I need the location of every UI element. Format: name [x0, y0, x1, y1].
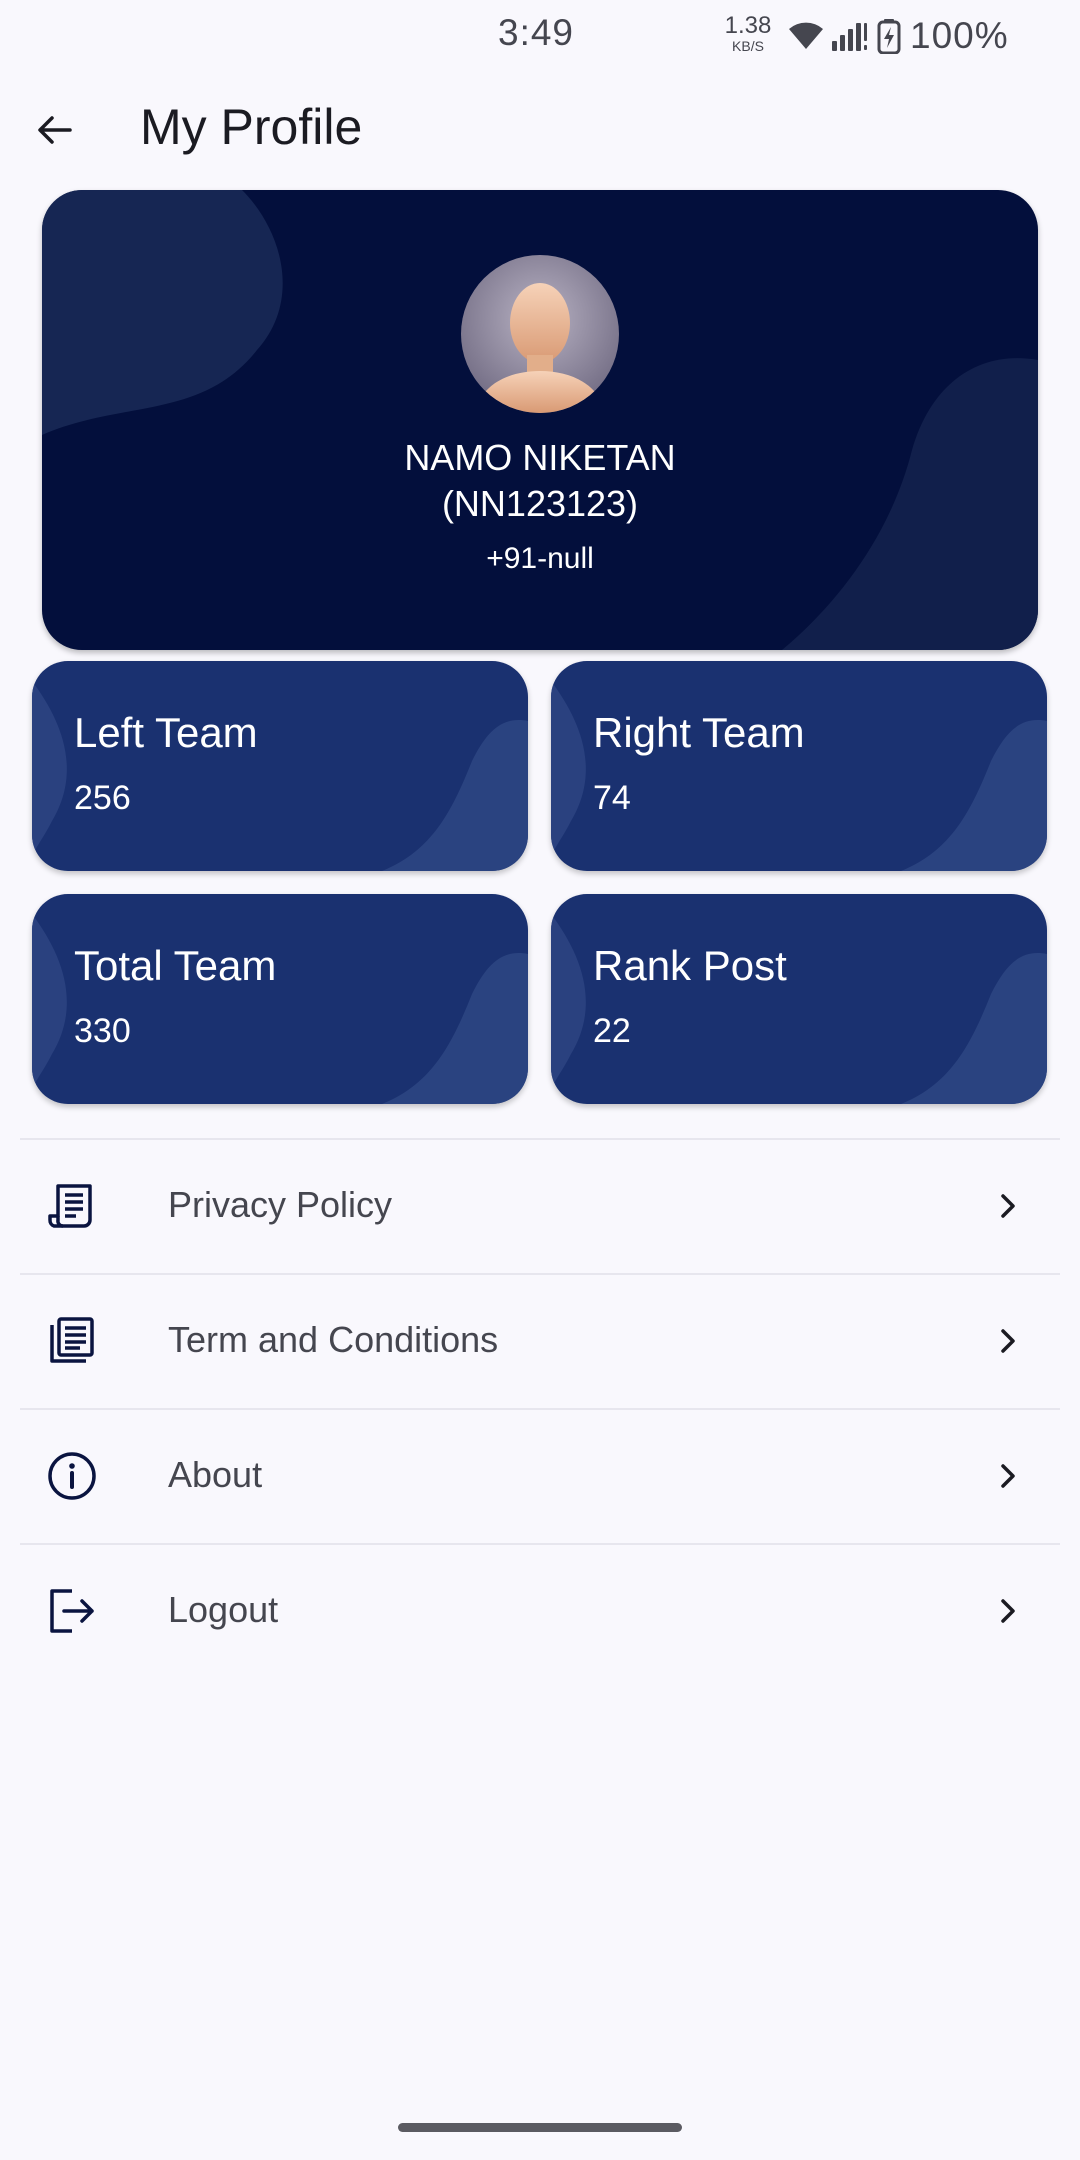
status-icons: 100%: [786, 15, 1009, 56]
network-speed: 1.38 KB/S: [722, 12, 774, 54]
status-bar: 3:49 1.38 KB/S 100%: [0, 0, 1080, 72]
stat-label: Right Team: [593, 709, 805, 756]
stat-card-right-team[interactable]: Right Team 74: [551, 661, 1047, 871]
menu-item-terms-and-conditions[interactable]: Term and Conditions: [20, 1275, 1060, 1407]
stat-value: 330: [74, 1012, 131, 1050]
menu-item-label: Privacy Policy: [168, 1184, 393, 1225]
policy-document-icon: [48, 1184, 92, 1228]
stat-card-decoration: [32, 914, 528, 1104]
chevron-right-icon: [1001, 1194, 1015, 1218]
profile-phone: +91-null: [486, 542, 594, 575]
stat-value: 74: [593, 779, 631, 817]
profile-id: (NN123123): [441, 483, 639, 524]
chevron-right-icon: [1001, 1329, 1015, 1353]
profile-screen: 3:49 1.38 KB/S 100% My Profile NAMO NIKE…: [0, 0, 1080, 2160]
info-icon: [48, 1452, 96, 1500]
stat-label: Total Team: [74, 942, 277, 989]
avatar: [461, 255, 619, 413]
stat-card-total-team[interactable]: Total Team 330: [32, 894, 528, 1104]
stat-label: Left Team: [74, 709, 258, 756]
back-button[interactable]: [28, 104, 80, 156]
wifi-icon: [789, 22, 823, 49]
app-bar: My Profile: [0, 88, 1080, 164]
arrow-back-icon: [38, 116, 72, 144]
network-speed-unit: KB/S: [732, 38, 764, 54]
stat-value: 22: [593, 1012, 631, 1050]
avatar-placeholder-icon: [461, 255, 619, 413]
profile-name-block: NAMO NIKETAN (NN123123): [42, 435, 1038, 527]
stat-card-rank-post[interactable]: Rank Post 22: [551, 894, 1047, 1104]
stat-card-decoration: [551, 681, 1047, 871]
stat-card-decoration: [551, 914, 1047, 1104]
battery-charging-icon: [877, 19, 901, 54]
signal-icon: [832, 23, 867, 51]
stat-card-left-team[interactable]: Left Team 256: [32, 661, 528, 871]
menu-item-label: Logout: [168, 1589, 279, 1630]
menu-item-about[interactable]: About: [20, 1410, 1060, 1542]
chevron-right-icon: [1001, 1599, 1015, 1623]
menu-item-label: Term and Conditions: [168, 1319, 499, 1360]
profile-card: NAMO NIKETAN (NN123123) +91-null: [42, 190, 1038, 650]
menu-item-privacy-policy[interactable]: Privacy Policy: [20, 1140, 1060, 1272]
logout-icon: [50, 1589, 94, 1633]
menu-item-label: About: [168, 1454, 263, 1495]
chevron-right-icon: [1001, 1464, 1015, 1488]
home-indicator[interactable]: [398, 2123, 682, 2132]
status-time: 3:49: [498, 12, 575, 53]
stat-label: Rank Post: [593, 942, 787, 989]
stat-value: 256: [74, 779, 131, 817]
battery-percentage: 100%: [910, 15, 1009, 56]
menu-item-logout[interactable]: Logout: [20, 1545, 1060, 1677]
network-speed-value: 1.38: [724, 12, 772, 39]
page-title: My Profile: [140, 99, 363, 155]
stat-card-decoration: [32, 681, 528, 871]
profile-name: NAMO NIKETAN: [404, 437, 676, 478]
terms-copy-icon: [50, 1317, 94, 1363]
